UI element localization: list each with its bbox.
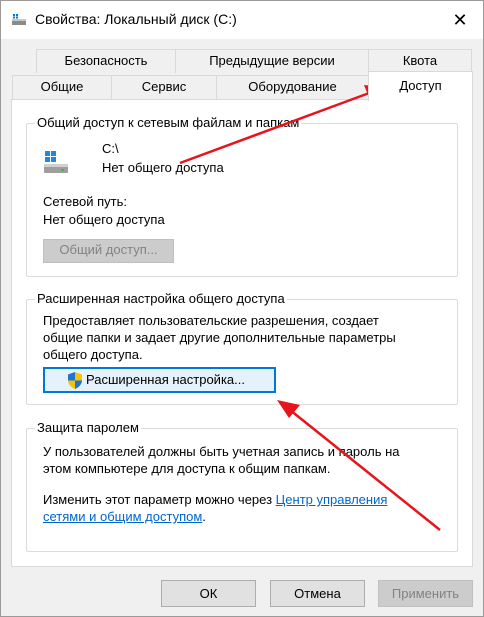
network-center-link-part1[interactable]: Центр управления: [276, 492, 388, 507]
apply-button[interactable]: Применить: [378, 580, 473, 607]
password-change-prefix: Изменить этот параметр можно через: [43, 492, 276, 507]
ok-button[interactable]: ОК: [161, 580, 256, 607]
network-path-value: Нет общего доступа: [43, 212, 165, 227]
tab-quota-label: Квота: [402, 53, 438, 68]
tab-previous-versions[interactable]: Предыдущие версии: [175, 49, 369, 73]
tab-hardware-label: Оборудование: [248, 79, 337, 94]
advanced-sharing-button[interactable]: Расширенная настройка...: [43, 367, 276, 393]
tab-sharing-label: Доступ: [399, 78, 442, 93]
tab-row-1: Безопасность Предыдущие версии Квота: [1, 49, 484, 73]
drive-title-icon: [12, 14, 26, 25]
advanced-description-line1: Предоставляет пользовательские разрешени…: [43, 313, 379, 328]
window-title: Свойства: Локальный диск (C:): [35, 11, 237, 27]
network-center-link-part2[interactable]: сетями и общим доступом: [43, 509, 202, 524]
advanced-description-line3: общего доступа.: [43, 347, 143, 362]
tab-tools-label: Сервис: [141, 79, 187, 94]
network-sharing-legend: Общий доступ к сетевым файлам и папкам: [35, 115, 302, 130]
network-path-label: Сетевой путь:: [43, 194, 127, 209]
password-change-suffix: .: [202, 509, 206, 524]
share-button-label: Общий доступ...: [59, 242, 158, 257]
ok-button-label: ОК: [199, 586, 218, 601]
tab-row-2: Общие Сервис Оборудование Доступ: [1, 71, 484, 101]
tab-general[interactable]: Общие: [12, 75, 112, 99]
close-button[interactable]: ✕: [437, 1, 483, 39]
cancel-button-label: Отмена: [294, 586, 341, 601]
advanced-description-line2: общие папки и задает другие дополнительн…: [43, 330, 396, 345]
title-bar: Свойства: Локальный диск (C:) ✕: [1, 1, 483, 39]
password-change-line2: сетями и общим доступом.: [43, 508, 206, 525]
advanced-sharing-group: Расширенная настройка общего доступа Пре…: [26, 291, 458, 405]
network-sharing-group: Общий доступ к сетевым файлам и папкам C…: [26, 115, 458, 277]
cancel-button[interactable]: Отмена: [270, 580, 365, 607]
password-change-line: Изменить этот параметр можно через Центр…: [43, 491, 387, 508]
uac-shield-icon: [68, 372, 82, 389]
properties-window: Свойства: Локальный диск (C:) ✕ Безопасн…: [0, 0, 484, 617]
password-protection-group: Защита паролем У пользователей должны бы…: [26, 420, 458, 552]
tab-quota[interactable]: Квота: [368, 49, 472, 73]
share-path: C:\: [102, 141, 119, 156]
password-info-line1: У пользователей должны быть учетная запи…: [43, 444, 400, 459]
apply-button-label: Применить: [391, 586, 460, 601]
share-button[interactable]: Общий доступ...: [43, 239, 174, 263]
tab-tools[interactable]: Сервис: [111, 75, 217, 99]
password-info-line2: этом компьютере для доступа к общим папк…: [43, 461, 331, 476]
tab-sharing[interactable]: Доступ: [368, 71, 473, 101]
tab-general-label: Общие: [40, 79, 84, 94]
share-status: Нет общего доступа: [102, 160, 224, 175]
tab-security[interactable]: Безопасность: [36, 49, 176, 73]
tab-panel-sharing: Общий доступ к сетевым файлам и папкам C…: [11, 99, 473, 567]
tab-previous-versions-label: Предыдущие версии: [209, 53, 335, 68]
tab-security-label: Безопасность: [64, 53, 148, 68]
windows-drive-icon: [44, 151, 68, 173]
advanced-sharing-legend: Расширенная настройка общего доступа: [35, 291, 287, 306]
advanced-sharing-button-label: Расширенная настройка...: [86, 372, 245, 387]
close-icon: ✕: [452, 9, 468, 30]
password-protection-legend: Защита паролем: [35, 420, 141, 435]
tab-hardware[interactable]: Оборудование: [216, 75, 369, 99]
